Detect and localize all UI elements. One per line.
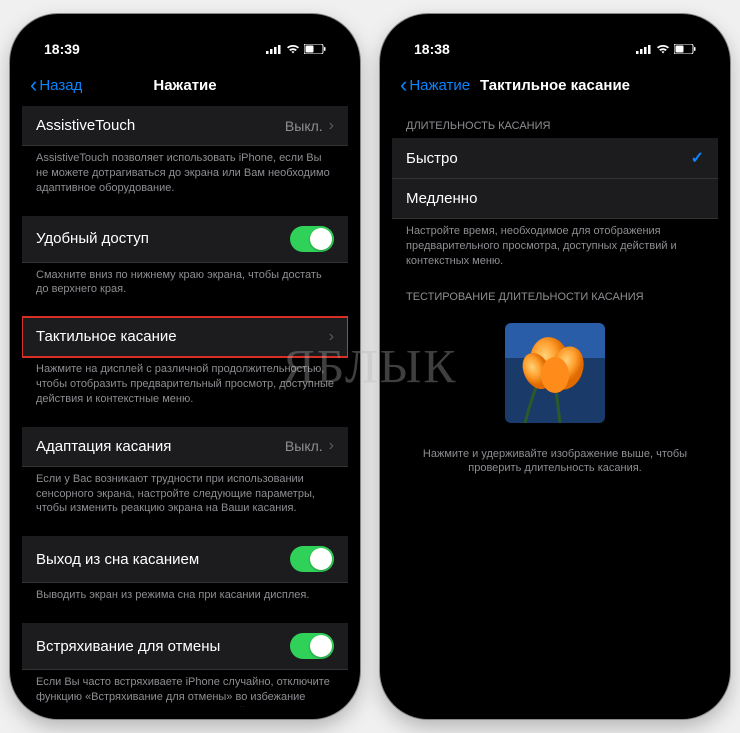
- back-button[interactable]: ‹ Нажатие: [400, 74, 470, 96]
- status-time: 18:39: [44, 41, 80, 57]
- cell-label: Быстро: [406, 150, 458, 167]
- signal-icon: [266, 44, 282, 54]
- wifi-icon: [656, 44, 670, 54]
- page-title: Нажатие: [153, 77, 216, 94]
- signal-icon: [636, 44, 652, 54]
- cell-touch-accommodations[interactable]: Адаптация касания Выкл. ›: [22, 427, 348, 467]
- cell-label: Выход из сна касанием: [36, 551, 199, 568]
- cell-value: Выкл.: [285, 118, 323, 134]
- test-image[interactable]: [505, 323, 605, 423]
- footer-text: Если Вы часто встряхиваете iPhone случай…: [22, 670, 348, 707]
- settings-list[interactable]: ДЛИТЕЛЬНОСТЬ КАСАНИЯ Быстро ✓ Медленно Н…: [392, 106, 718, 707]
- test-caption: Нажмите и удерживайте изображение выше, …: [392, 433, 718, 477]
- cell-option-slow[interactable]: Медленно: [392, 179, 718, 219]
- back-label: Назад: [39, 77, 82, 94]
- cell-assistive-touch[interactable]: AssistiveTouch Выкл. ›: [22, 106, 348, 146]
- chevron-left-icon: ‹: [400, 74, 407, 96]
- chevron-left-icon: ‹: [30, 74, 37, 96]
- chevron-right-icon: ›: [329, 117, 334, 135]
- back-label: Нажатие: [409, 77, 470, 94]
- chevron-right-icon: ›: [329, 328, 334, 346]
- section-header-duration: ДЛИТЕЛЬНОСТЬ КАСАНИЯ: [392, 106, 718, 138]
- wifi-icon: [286, 44, 300, 54]
- notch: [110, 14, 260, 38]
- phone-frame-right: 18:38 ‹ Нажатие Тактильное касание Д: [380, 14, 730, 719]
- status-icons: [266, 44, 326, 54]
- screen-left: 18:39 ‹ Назад Нажатие: [22, 26, 348, 707]
- screen-right: 18:38 ‹ Нажатие Тактильное касание Д: [392, 26, 718, 707]
- back-button[interactable]: ‹ Назад: [30, 74, 82, 96]
- toggle-reachability[interactable]: [290, 226, 334, 252]
- chevron-right-icon: ›: [329, 437, 334, 455]
- nav-bar: ‹ Назад Нажатие: [22, 64, 348, 106]
- cell-option-fast[interactable]: Быстро ✓: [392, 138, 718, 179]
- footer-text: AssistiveTouch позволяет использовать iP…: [22, 146, 348, 204]
- toggle-shake-to-undo[interactable]: [290, 633, 334, 659]
- footer-text: Нажмите на дисплей с различной продолжит…: [22, 357, 348, 415]
- footer-text: Если у Вас возникают трудности при испол…: [22, 467, 348, 525]
- cell-label: Адаптация касания: [36, 438, 171, 455]
- phone-frame-left: 18:39 ‹ Назад Нажатие: [10, 14, 360, 719]
- cell-label: AssistiveTouch: [36, 117, 135, 134]
- nav-bar: ‹ Нажатие Тактильное касание: [392, 64, 718, 106]
- flower-icon: [505, 323, 605, 423]
- toggle-tap-to-wake[interactable]: [290, 546, 334, 572]
- battery-icon: [304, 44, 326, 54]
- cell-reachability[interactable]: Удобный доступ: [22, 216, 348, 263]
- notch: [480, 14, 630, 38]
- checkmark-icon: ✓: [691, 148, 704, 168]
- cell-label: Удобный доступ: [36, 230, 149, 247]
- cell-label: Встряхивание для отмены: [36, 638, 220, 655]
- status-icons: [636, 44, 696, 54]
- footer-text: Выводить экран из режима сна при касании…: [22, 583, 348, 611]
- cell-label: Тактильное касание: [36, 328, 177, 345]
- status-time: 18:38: [414, 41, 450, 57]
- page-title: Тактильное касание: [480, 77, 630, 94]
- battery-icon: [674, 44, 696, 54]
- cell-haptic-touch[interactable]: Тактильное касание ›: [22, 317, 348, 357]
- section-header-test: ТЕСТИРОВАНИЕ ДЛИТЕЛЬНОСТИ КАСАНИЯ: [392, 277, 718, 309]
- footer-text: Настройте время, необходимое для отображ…: [392, 219, 718, 277]
- footer-text: Смахните вниз по нижнему краю экрана, чт…: [22, 263, 348, 306]
- cell-label: Медленно: [406, 190, 477, 207]
- cell-value: Выкл.: [285, 438, 323, 454]
- test-area: [392, 309, 718, 433]
- cell-shake-to-undo[interactable]: Встряхивание для отмены: [22, 623, 348, 670]
- cell-tap-to-wake[interactable]: Выход из сна касанием: [22, 536, 348, 583]
- settings-list[interactable]: AssistiveTouch Выкл. › AssistiveTouch по…: [22, 106, 348, 707]
